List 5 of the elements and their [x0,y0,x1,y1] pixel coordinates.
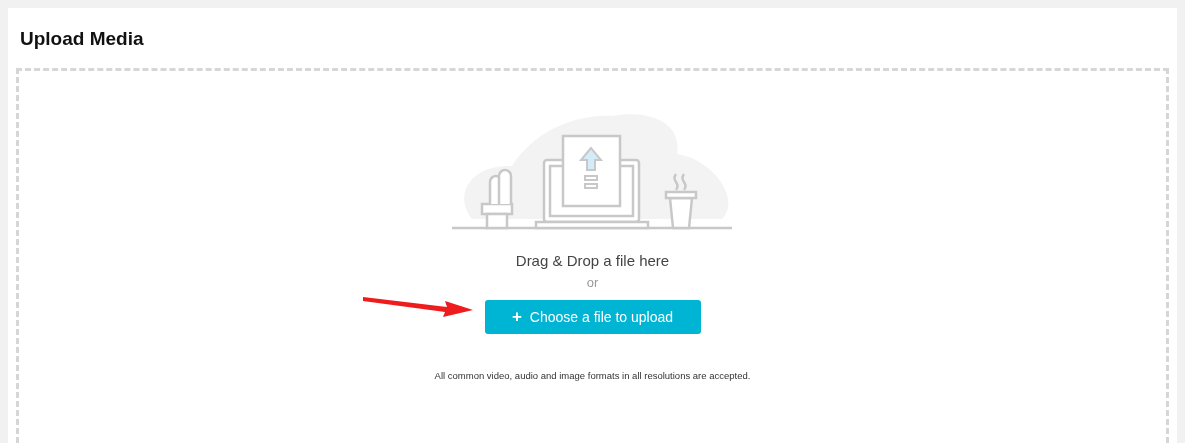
panel-title: Upload Media [20,28,145,50]
drop-zone[interactable]: Drag & Drop a file here or + Choose a file to upload All common video, audio and image formats in all resolutions are accepted. [16,68,1169,443]
or-separator: or [586,275,599,290]
drop-prompt: Drag & Drop a file here [515,252,670,269]
formats-note: All common video, audio and image formats in all resolutions are accepted. [434,370,751,381]
